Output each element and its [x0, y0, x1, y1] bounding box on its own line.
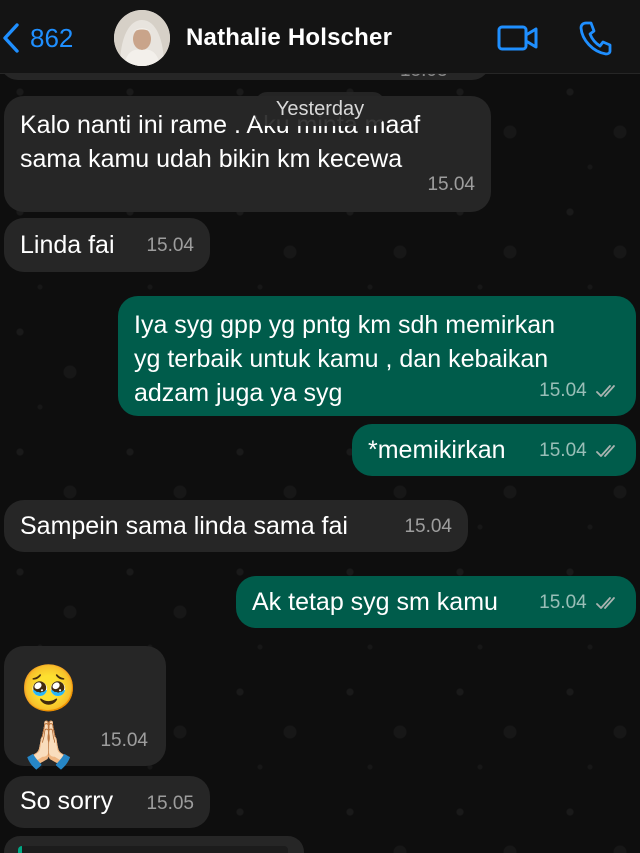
- avatar[interactable]: [114, 10, 170, 66]
- contact-name[interactable]: Nathalie Holscher: [186, 24, 392, 52]
- avatar-image: [114, 10, 170, 66]
- message-time: 15.04: [539, 440, 587, 461]
- message-bubble-partial-bottom[interactable]: [4, 836, 304, 853]
- message-bubble[interactable]: Linda fai 15.04: [4, 218, 210, 272]
- message-meta: 15.04: [539, 374, 622, 408]
- unread-count: 862: [30, 22, 74, 53]
- date-separator: Yesterday: [255, 92, 385, 126]
- phone-call-button[interactable]: [578, 20, 612, 61]
- chevron-left-icon: [3, 23, 19, 53]
- reply-quote-bar: [18, 846, 288, 853]
- message-bubble[interactable]: *memikirkan 15.04: [352, 424, 636, 476]
- message-time: 15.04: [404, 516, 452, 537]
- message-time: 15.04: [539, 380, 587, 401]
- double-check-icon: [596, 385, 615, 397]
- back-button[interactable]: 862: [0, 20, 73, 56]
- phone-call-icon: [579, 21, 612, 56]
- message-time: 15.05: [146, 793, 194, 814]
- message-meta: 15.04: [539, 586, 622, 620]
- message-bubble[interactable]: So sorry 15.05: [4, 776, 210, 828]
- message-bubble[interactable]: Kalo nanti ini rame . Aku minta maaf sam…: [4, 96, 491, 212]
- double-check-icon: [596, 445, 615, 457]
- message-bubble[interactable]: Ak tetap syg sm kamu 15.04: [236, 576, 636, 628]
- message-meta: 15.04: [539, 434, 622, 468]
- message-bubble[interactable]: Iya syg gpp yg pntg km sdh memirkan yg t…: [118, 296, 636, 416]
- message-bubble[interactable]: 🥹 🙏🏻 15.04: [4, 646, 166, 771]
- message-time: 15.04: [100, 730, 148, 751]
- message-time: 15.04: [539, 592, 587, 613]
- message-text-line: Kalo nanti ini rame . Aku minta maaf: [20, 111, 421, 139]
- video-call-button[interactable]: [497, 24, 539, 57]
- double-check-icon: [596, 597, 615, 609]
- message-text-line: sama kamu udah bikin km kecewa: [20, 145, 403, 173]
- video-call-icon: [497, 25, 538, 51]
- message-time: 15.04: [146, 235, 194, 256]
- message-text-line: yg terbaik untuk kamu , dan kebaikan: [134, 345, 549, 373]
- chat-header: 862 Nathalie Holscher: [0, 0, 640, 74]
- message-bubble[interactable]: Sampein sama linda sama fai 15.04: [4, 500, 468, 552]
- message-text-line: Sampein sama linda sama fai: [20, 512, 348, 540]
- message-time: 15.04: [427, 174, 475, 195]
- message-text-line: Iya syg gpp yg pntg km sdh memirkan: [134, 311, 556, 339]
